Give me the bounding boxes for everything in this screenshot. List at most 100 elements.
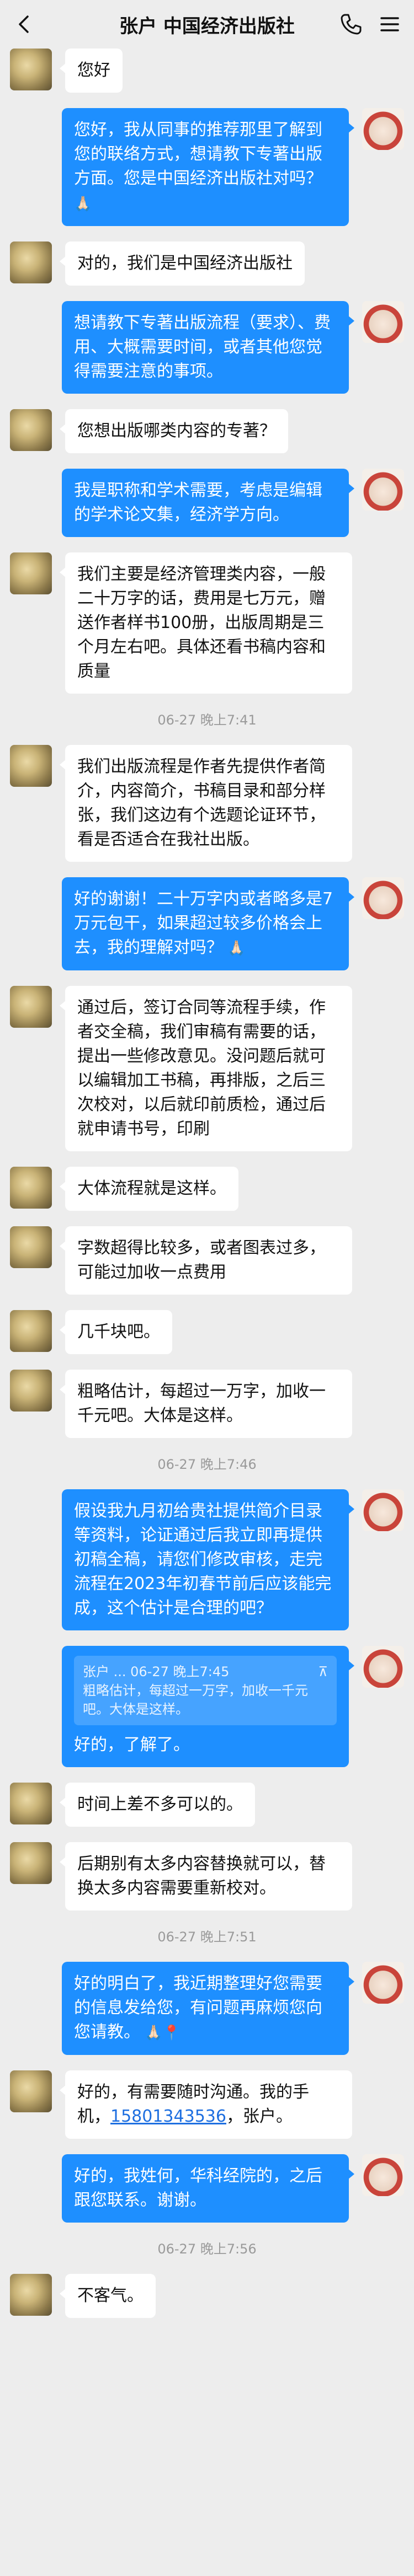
timestamp: 06-27 晚上7:51 [157,1929,257,1945]
message-text: 好的，了解了。 [74,1735,190,1754]
message-row: 您好 [10,49,404,93]
sent-message-bubble[interactable]: 假设我九月初给贵社提供简介目录等资料，论证通过后我立即再提供初稿全稿，请您们修改… [62,1489,354,1630]
message-text: 假设我九月初给贵社提供简介目录等资料，论证通过后我立即再提供初稿全稿，请您们修改… [74,1501,332,1618]
my-avatar[interactable] [362,877,404,919]
received-message-bubble[interactable]: 后期别有太多内容替换就可以，替换太多内容需要重新校对。 [60,1842,352,1910]
message-row: 想请教下专著出版流程（要求）、费用、大概需要时间，或者其他您觉得需要注意的事项。 [10,301,404,394]
message-text: 字数超得比较多，或者图表过多，可能过加收一点费用 [77,1238,326,1282]
contact-avatar[interactable] [10,242,52,283]
message-text: 时间上差不多可以的。 [77,1795,243,1814]
message-text-tail: ，张户。 [226,2107,293,2126]
message-row: 通过后，签订合同等流程手续，作者交全稿，我们审稿有需要的话，提出一些修改意见。没… [10,986,404,1151]
sent-message-bubble[interactable]: 好的，我姓何，华科经院的，之后跟您联系。谢谢。 [62,2154,354,2223]
sent-message-bubble[interactable]: 好的明白了，我近期整理好您需要的信息发给您，有问题再麻烦您向您请教。 🙏🏻📍 [62,1962,354,2055]
sent-message-bubble[interactable]: 想请教下专著出版流程（要求）、费用、大概需要时间，或者其他您觉得需要注意的事项。 [62,301,354,394]
message-text: 您好，我从同事的推荐那里了解到您的联络方式，想请教下专著出版方面。您是中国经济出… [74,120,322,188]
phone-icon[interactable] [338,11,364,37]
received-message-bubble[interactable]: 对的，我们是中国经济出版社 [60,242,305,286]
message-row: 好的谢谢！二十万字内或者略多是7万元包干，如果超过较多价格会上去，我的理解对吗？… [10,877,404,970]
message-row: 好的，我姓何，华科经院的，之后跟您联系。谢谢。 [10,2154,404,2223]
message-text: 不客气。 [77,2286,144,2305]
quoted-author-time: 张户 ... 06-27 晚上7:45 [83,1664,230,1679]
contact-avatar[interactable] [10,1842,52,1884]
hamburger-menu-icon[interactable] [378,12,402,36]
message-text: 我们主要是经济管理类内容，一般二十万字的话，费用是七万元，赠送作者样书100册，… [77,565,326,681]
message-row: 我是职称和学术需要，考虑是编辑的学术论文集，经济学方向。 [10,469,404,537]
message-row: 我们主要是经济管理类内容，一般二十万字的话，费用是七万元，赠送作者样书100册，… [10,552,404,694]
timestamp: 06-27 晚上7:56 [157,2241,257,2257]
message-row: 粗略估计，每超过一万字，加收一千元吧。大体是这样。 [10,1370,404,1438]
pin-icon[interactable]: ⊼ [318,1662,328,1681]
message-row: 您好，我从同事的推荐那里了解到您的联络方式，想请教下专著出版方面。您是中国经济出… [10,108,404,226]
contact-avatar[interactable] [10,1310,52,1352]
received-message-bubble[interactable]: 我们主要是经济管理类内容，一般二十万字的话，费用是七万元，赠送作者样书100册，… [60,552,352,694]
received-message-bubble[interactable]: 大体流程就是这样。 [60,1167,238,1211]
contact-avatar[interactable] [10,745,52,787]
contact-avatar[interactable] [10,49,52,90]
sent-message-bubble[interactable]: 张户 ... 06-27 晚上7:45 ⊼ 粗略估计，每超过一万字，加收一千元吧。大… [62,1646,354,1767]
message-text: 您好 [77,61,110,80]
contact-avatar[interactable] [10,986,52,1028]
received-message-bubble[interactable]: 几千块吧。 [60,1310,172,1354]
message-row: 大体流程就是这样。 [10,1167,404,1211]
my-avatar[interactable] [362,1646,404,1688]
contact-avatar[interactable] [10,2274,52,2316]
received-message-bubble[interactable]: 时间上差不多可以的。 [60,1783,255,1827]
message-row: 我们出版流程是作者先提供作者简介，内容简介，书稿目录和部分样张，我们这边有个选题… [10,745,404,862]
message-text: 我是职称和学术需要，考虑是编辑的学术论文集，经济学方向。 [74,481,322,524]
received-message-bubble[interactable]: 我们出版流程是作者先提供作者简介，内容简介，书稿目录和部分样张，我们这边有个选题… [60,745,352,862]
my-avatar[interactable] [362,1489,404,1531]
received-message-bubble[interactable]: 通过后，签订合同等流程手续，作者交全稿，我们审稿有需要的话，提出一些修改意见。没… [60,986,352,1151]
message-row: 好的明白了，我近期整理好您需要的信息发给您，有问题再麻烦您向您请教。 🙏🏻📍 [10,1962,404,2055]
contact-avatar[interactable] [10,409,52,451]
contact-avatar[interactable] [10,1226,52,1268]
sent-message-bubble[interactable]: 我是职称和学术需要，考虑是编辑的学术论文集，经济学方向。 [62,469,354,537]
message-text: 大体流程就是这样。 [77,1179,226,1198]
message-text: 几千块吧。 [77,1322,160,1341]
contact-avatar[interactable] [10,1783,52,1824]
message-text: 好的，我姓何，华科经院的，之后跟您联系。谢谢。 [74,2166,322,2210]
received-message-bubble[interactable]: 字数超得比较多，或者图表过多，可能过加收一点费用 [60,1226,352,1295]
message-text: 我们出版流程是作者先提供作者简介，内容简介，书稿目录和部分样张，我们这边有个选题… [77,757,326,849]
message-row: 不客气。 [10,2274,404,2318]
contact-avatar[interactable] [10,2070,52,2112]
received-message-bubble[interactable]: 好的，有需要随时沟通。我的手机，15801343536，张户。 [60,2070,352,2139]
my-avatar[interactable] [362,2154,404,2196]
sent-message-bubble[interactable]: 好的谢谢！二十万字内或者略多是7万元包干，如果超过较多价格会上去，我的理解对吗？… [62,877,354,970]
message-row: 您想出版哪类内容的专著？ [10,409,404,453]
emoji: 🙏🏻📍 [140,2025,181,2041]
my-avatar[interactable] [362,469,404,511]
my-avatar[interactable] [362,301,404,343]
chevron-left-icon[interactable] [12,12,36,36]
message-row: 对的，我们是中国经济出版社 [10,242,404,286]
chat-header: 张户 中国经济出版社 [0,0,414,49]
message-row: 字数超得比较多，或者图表过多，可能过加收一点费用 [10,1226,404,1295]
my-avatar[interactable] [362,1962,404,2004]
received-message-bubble[interactable]: 粗略估计，每超过一万字，加收一千元吧。大体是这样。 [60,1370,352,1438]
contact-avatar[interactable] [10,1370,52,1412]
message-row: 几千块吧。 [10,1310,404,1354]
received-message-bubble[interactable]: 您好 [60,49,123,93]
contact-avatar[interactable] [10,1167,52,1209]
message-row: 时间上差不多可以的。 [10,1783,404,1827]
sent-message-bubble[interactable]: 您好，我从同事的推荐那里了解到您的联络方式，想请教下专著出版方面。您是中国经济出… [62,108,354,226]
message-text: 粗略估计，每超过一万字，加收一千元吧。大体是这样。 [77,1382,326,1425]
message-text: 想请教下专著出版流程（要求）、费用、大概需要时间，或者其他您觉得需要注意的事项。 [74,313,331,381]
quoted-text: 粗略估计，每超过一万字，加收一千元吧。大体是这样。 [83,1683,308,1717]
message-text: 好的谢谢！二十万字内或者略多是7万元包干，如果超过较多价格会上去，我的理解对吗？ [74,889,333,957]
message-row: 张户 ... 06-27 晚上7:45 ⊼ 粗略估计，每超过一万字，加收一千元吧。大… [10,1646,404,1767]
message-text: 通过后，签订合同等流程手续，作者交全稿，我们审稿有需要的话，提出一些修改意见。没… [77,998,326,1139]
timestamp: 06-27 晚上7:46 [157,1457,257,1472]
message-row: 后期别有太多内容替换就可以，替换太多内容需要重新校对。 [10,1842,404,1910]
quoted-message[interactable]: 张户 ... 06-27 晚上7:45 ⊼ 粗略估计，每超过一万字，加收一千元吧。大… [74,1656,337,1725]
message-list[interactable]: 您好您好，我从同事的推荐那里了解到您的联络方式，想请教下专著出版方面。您是中国经… [0,49,414,2318]
message-text: 您想出版哪类内容的专著？ [77,421,276,441]
timestamp: 06-27 晚上7:41 [157,712,257,728]
contact-avatar[interactable] [10,552,52,594]
phone-number-link[interactable]: 15801343536 [110,2107,226,2126]
my-avatar[interactable] [362,108,404,150]
message-text: 后期别有太多内容替换就可以，替换太多内容需要重新校对。 [77,1854,326,1898]
received-message-bubble[interactable]: 您想出版哪类内容的专著？ [60,409,288,453]
received-message-bubble[interactable]: 不客气。 [60,2274,156,2318]
emoji: 🙏🏻 [74,196,92,212]
